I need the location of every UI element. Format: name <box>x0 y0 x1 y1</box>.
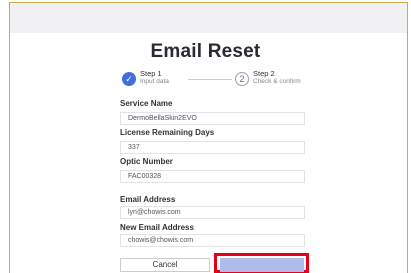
license-days-label: License Remaining Days <box>120 128 215 137</box>
email-address-field[interactable]: lyn@chowis.com <box>120 206 305 219</box>
new-email-label: New Email Address <box>120 223 194 232</box>
service-name-label: Service Name <box>120 99 173 108</box>
optic-number-label: Optic Number <box>120 157 173 166</box>
cancel-button[interactable]: Cancel <box>120 258 210 272</box>
new-email-field[interactable]: chowis@chowis.com <box>120 234 305 247</box>
next-button[interactable] <box>220 258 304 272</box>
step-2-number: 2 <box>235 72 249 86</box>
step-1-check-icon: ✓ <box>122 72 136 86</box>
service-name-field[interactable]: DermoBellaSkin2EVO <box>120 112 305 125</box>
top-bar <box>10 3 407 33</box>
license-days-field[interactable]: 337 <box>120 141 305 154</box>
step-1-subtitle: Input data <box>140 78 169 85</box>
step-connector <box>188 79 232 80</box>
optic-number-field[interactable]: FAC00328 <box>120 170 305 183</box>
step-1-title: Step 1 <box>140 69 162 78</box>
page-title: Email Reset <box>150 41 261 62</box>
stepper: ✓ Step 1 Input data 2 Step 2 Check & con… <box>118 69 318 91</box>
step-2-subtitle: Check & confirm <box>253 78 301 85</box>
email-address-label: Email Address <box>120 195 176 204</box>
step-2-title: Step 2 <box>253 69 275 78</box>
